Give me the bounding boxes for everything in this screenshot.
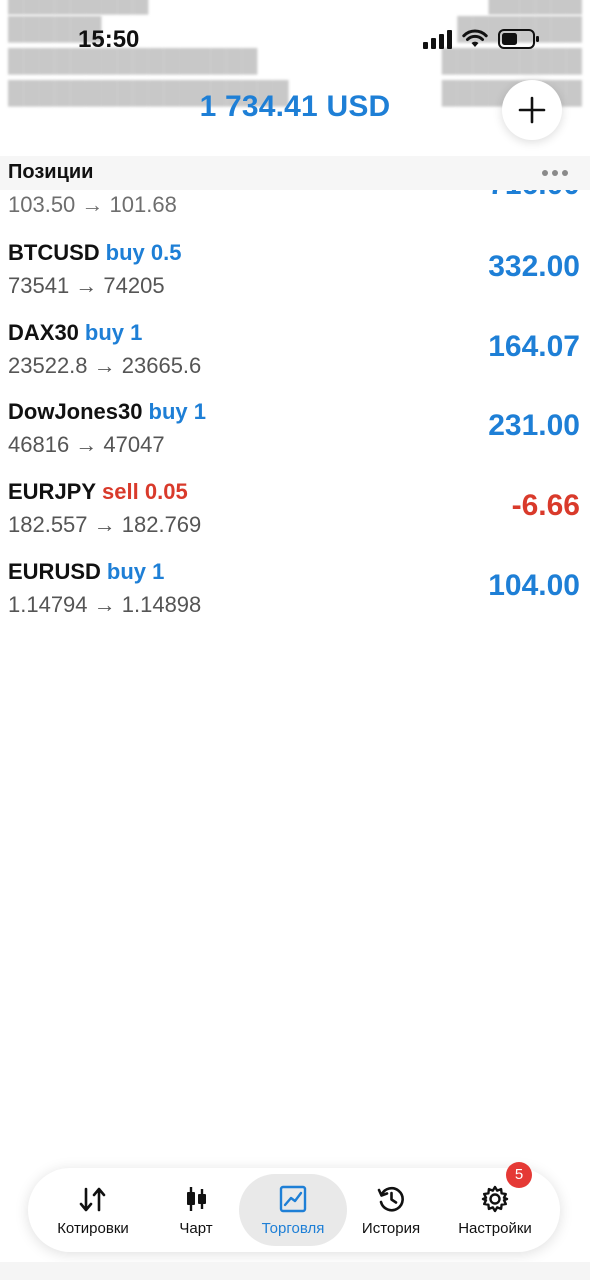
position-row-eurusd[interactable]: EURUSD buy 1 1.14794 → 1.14898 104.00 [0,559,590,639]
position-row-btcusd[interactable]: BTCUSD buy 0.5 73541 → 74205 332.00 [0,240,590,320]
tab-quotes[interactable]: Котировки [38,1168,148,1252]
position-row-dax30[interactable]: DAX30 buy 1 23522.8 → 23665.6 164.07 [0,320,590,400]
tab-label: История [361,1220,421,1237]
home-indicator-area [0,1262,590,1280]
cellular-signal-icon [423,29,452,49]
status-icons [423,28,540,50]
position-profit: 104.00 [488,569,580,602]
position-side: sell 0.05 [102,479,188,504]
plus-icon [518,96,546,124]
history-clock-icon [377,1186,404,1212]
section-title: Позиции [8,161,94,183]
position-side: buy 0.5 [105,240,182,265]
tab-trade[interactable]: Торговля [239,1168,347,1252]
position-side: buy 1 [148,399,206,424]
position-symbol: BTCUSD [8,240,100,265]
position-symbol: DAX30 [8,320,79,345]
position-row-eurjpy[interactable]: EURJPY sell 0.05 182.557 → 182.769 -6.66 [0,479,590,559]
tab-history[interactable]: История [344,1168,438,1252]
position-profit: -6.66 [511,489,580,522]
position-side: buy 1 [84,320,143,345]
tab-label: Чарт [179,1220,213,1237]
position-symbol: EURJPY [8,479,97,504]
trade-chart-icon [279,1185,307,1213]
position-row-dowjones30[interactable]: DowJones30 buy 1 46816 → 47047 231.00 [0,399,590,479]
positions-section-header: Позиции [0,156,590,190]
battery-icon [498,28,540,50]
position-side: buy 1 [106,559,165,584]
quotes-arrows-icon [79,1187,106,1212]
position-prices: 182.557 → 182.769 [8,512,202,537]
bottom-tab-bar: Котировки Чарт Торговля История Настройк… [28,1162,560,1252]
candlestick-chart-icon [187,1187,206,1211]
tab-label: Торговля [261,1220,325,1237]
position-profit: 231.00 [488,409,580,442]
position-symbol: EURUSD [8,559,101,584]
position-prices: 46816 → 47047 [8,432,165,457]
more-options-icon[interactable] [542,170,568,176]
settings-notification-badge: 5 [506,1162,532,1188]
position-prices: 73541 → 74205 [8,273,165,298]
position-symbol: DowJones30 [8,399,143,424]
tab-label: Котировки [57,1220,129,1237]
position-profit: 164.07 [488,330,580,363]
status-time: 15:50 [78,26,140,53]
position-prices: 23522.8 → 23665.6 [8,353,202,378]
wifi-icon [462,29,488,49]
status-bar: 15:50 [0,0,590,80]
settings-gear-icon [481,1185,509,1213]
new-order-button[interactable] [502,80,562,140]
position-prices: 1.14794 → 1.14898 [8,592,202,617]
tab-label: Настройки [458,1220,532,1237]
tab-chart[interactable]: Чарт [148,1168,244,1252]
position-prices-partial: 103.50 → 101.68 [8,192,177,217]
position-profit: 332.00 [488,250,580,283]
trade-screen: █████████ ██████ ██████ ████████ █████████… [0,0,590,1280]
